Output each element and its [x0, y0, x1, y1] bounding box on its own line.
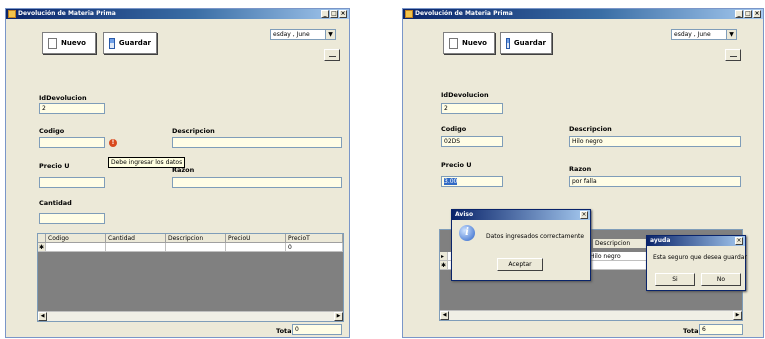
cantidad-label: Cantidad: [39, 199, 72, 207]
date-picker[interactable]: esday , June ▼: [270, 29, 336, 40]
app-icon: [8, 10, 16, 18]
grid-col-descripcion: Descripcion: [593, 239, 649, 248]
scroll-left-icon[interactable]: ◀: [440, 311, 449, 320]
cell[interactable]: [226, 243, 286, 252]
row-marker: ▸: [440, 252, 448, 261]
right-titlebar: Devolución de Materia Prima _ □ ×: [403, 9, 763, 19]
right-window: Devolución de Materia Prima _ □ × Nuevo …: [402, 8, 764, 338]
cantidad-field[interactable]: [39, 213, 105, 224]
new-document-icon: [449, 37, 458, 49]
si-button[interactable]: Si: [655, 273, 695, 286]
app-icon: [405, 10, 413, 18]
cell[interactable]: [46, 243, 106, 252]
codigo-label: Codigo: [39, 127, 65, 135]
table-row[interactable]: ✱ 0: [38, 243, 343, 252]
ayuda-dialog: ayuda × Esta seguro que desea guardar Si…: [646, 235, 747, 291]
close-icon[interactable]: ×: [339, 10, 347, 18]
cell[interactable]: [106, 243, 166, 252]
aceptar-button[interactable]: Aceptar: [497, 258, 543, 271]
total-field[interactable]: 0: [292, 324, 342, 335]
id-label: IdDevolucion: [39, 94, 87, 102]
razon-label: Razon: [569, 165, 592, 173]
error-icon: !: [109, 139, 117, 147]
window-title: Devolución de Materia Prima: [18, 10, 116, 17]
cell[interactable]: Hilo negro: [588, 252, 648, 261]
dropdown-arrow-icon[interactable]: ▼: [325, 30, 335, 39]
precio-field[interactable]: [39, 177, 105, 188]
grid-col-preciou[interactable]: PrecioU: [226, 234, 286, 243]
new-document-icon: [48, 37, 57, 49]
ayuda-title: ayuda: [647, 236, 745, 246]
id-label: IdDevolucion: [441, 91, 489, 99]
total-field[interactable]: 6: [699, 324, 743, 335]
save-icon: [506, 37, 510, 49]
window-title: Devolución de Materia Prima: [415, 10, 513, 17]
aviso-title: Aviso: [452, 210, 590, 220]
descripcion-label: Descripcion: [172, 127, 215, 135]
close-icon[interactable]: ×: [753, 10, 761, 18]
save-icon: [109, 37, 115, 49]
cell[interactable]: [166, 243, 226, 252]
descripcion-field[interactable]: [172, 137, 342, 148]
nuevo-button[interactable]: Nuevo: [42, 32, 96, 54]
left-window: Devolución de Materia Prima _ □ × Nuevo …: [5, 8, 350, 338]
id-field[interactable]: 2: [39, 103, 105, 114]
maximize-icon[interactable]: □: [744, 10, 752, 18]
codigo-field[interactable]: [39, 137, 105, 148]
scroll-right-icon[interactable]: ▶: [733, 311, 742, 320]
date-picker[interactable]: esday , June ▼: [671, 29, 737, 40]
minimize-icon[interactable]: _: [321, 10, 329, 18]
detail-grid[interactable]: Codigo Cantidad Descripcion PrecioU Prec…: [37, 233, 344, 322]
dropdown-arrow-icon[interactable]: ▼: [726, 30, 736, 39]
codigo-label: Codigo: [441, 125, 467, 133]
close-icon[interactable]: ×: [735, 237, 743, 245]
codigo-field[interactable]: 02DS: [441, 136, 503, 147]
guardar-button[interactable]: Guardar: [103, 32, 157, 54]
grid-col-cantidad[interactable]: Cantidad: [106, 234, 166, 243]
precio-field[interactable]: 3.00: [441, 176, 503, 187]
descripcion-field[interactable]: Hilo negro: [569, 136, 741, 147]
left-titlebar: Devolución de Materia Prima _ □ ×: [6, 9, 349, 19]
grid-col-codigo[interactable]: Codigo: [46, 234, 106, 243]
precio-label: Precio U: [39, 162, 70, 170]
grid-col-preciot[interactable]: PrecioT: [286, 234, 343, 243]
grid-col-descripcion[interactable]: Descripcion: [166, 234, 226, 243]
razon-field[interactable]: [172, 177, 342, 188]
aviso-dialog: Aviso × i Datos ingresados correctamente…: [451, 209, 591, 281]
minimize-icon[interactable]: _: [735, 10, 743, 18]
row-marker: ✱: [38, 243, 46, 252]
grid-corner: [38, 234, 46, 243]
grid-header: Codigo Cantidad Descripcion PrecioU Prec…: [38, 234, 343, 243]
scroll-left-icon[interactable]: ◀: [38, 312, 47, 321]
minimize-form-button[interactable]: [725, 49, 741, 61]
info-icon: i: [459, 225, 475, 241]
cell[interactable]: [588, 261, 648, 270]
grid-hscrollbar[interactable]: ◀ ▶: [440, 310, 742, 320]
grid-hscrollbar[interactable]: ◀ ▶: [38, 311, 343, 321]
nuevo-button[interactable]: Nuevo: [443, 32, 495, 54]
guardar-button[interactable]: Guardar: [500, 32, 552, 54]
ayuda-message: Esta seguro que desea guardar: [653, 254, 747, 261]
precio-label: Precio U: [441, 161, 472, 169]
aviso-message: Datos ingresados correctamente: [486, 233, 585, 240]
no-button[interactable]: No: [701, 273, 741, 286]
cell[interactable]: 0: [286, 243, 343, 252]
razon-field[interactable]: por falla: [569, 176, 741, 187]
razon-label: Razon: [172, 166, 195, 174]
descripcion-label: Descripcion: [569, 125, 612, 133]
scroll-right-icon[interactable]: ▶: [334, 312, 343, 321]
maximize-icon[interactable]: □: [330, 10, 338, 18]
row-marker: ✱: [440, 261, 448, 270]
close-icon[interactable]: ×: [580, 211, 588, 219]
id-field[interactable]: 2: [441, 103, 503, 114]
minimize-form-button[interactable]: [324, 49, 340, 61]
